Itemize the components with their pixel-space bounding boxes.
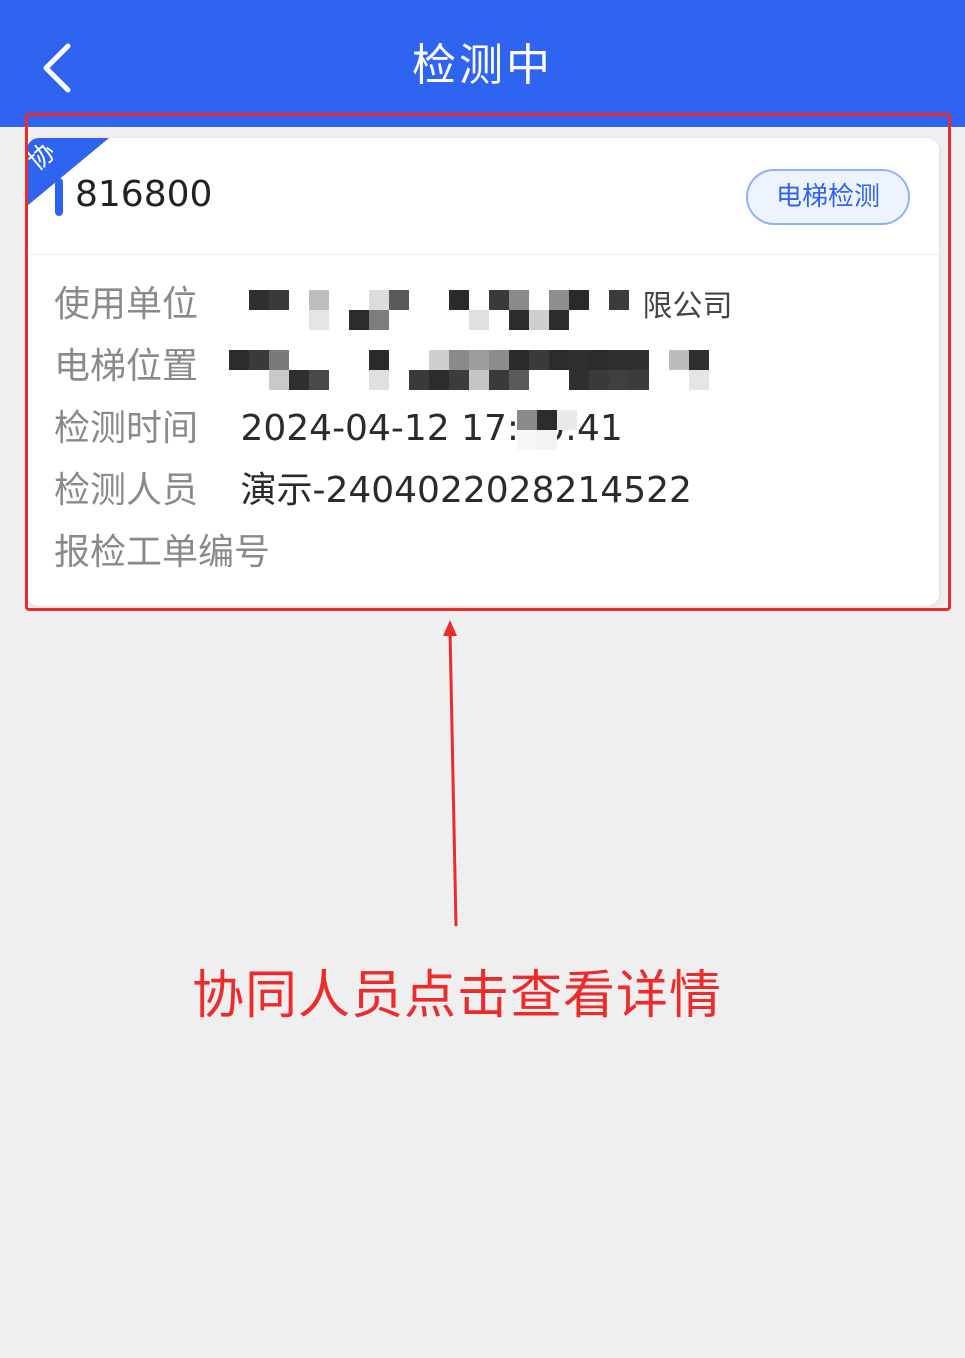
card-divider [27, 254, 939, 255]
info-label: 使用单位 [54, 284, 199, 325]
inspection-type-badge[interactable]: 电梯检测 [746, 169, 910, 225]
annotation-arrow-icon [443, 620, 458, 927]
redaction-mosaic-elevator-location [229, 350, 719, 392]
info-row-work-order-number: 报检工单编号 [54, 528, 914, 578]
id-accent-bar [55, 178, 63, 216]
redaction-mosaic-inspection-time [517, 410, 597, 450]
inspection-task-card[interactable]: 协 816800 电梯检测 使用单位 限公司 电梯位置 检测时间 2024-04… [27, 138, 939, 606]
elevator-id: 816800 [75, 174, 213, 215]
info-label: 电梯位置 [54, 346, 199, 387]
page-title: 检测中 [412, 40, 553, 91]
info-row-inspector: 检测人员 演示-2404022028214522 [54, 466, 914, 516]
info-value: 演示-2404022028214522 [240, 470, 692, 511]
redaction-mosaic-using-unit [249, 288, 719, 330]
annotation-caption: 协同人员点击查看详情 [191, 966, 722, 1026]
top-nav-bar: 检测中 [0, 0, 965, 127]
info-label: 报检工单编号 [54, 532, 271, 573]
info-row-inspection-time: 检测时间 2024-04-12 17:50:41 [54, 404, 914, 454]
info-label: 检测人员 [54, 470, 199, 511]
info-label: 检测时间 [54, 408, 199, 449]
